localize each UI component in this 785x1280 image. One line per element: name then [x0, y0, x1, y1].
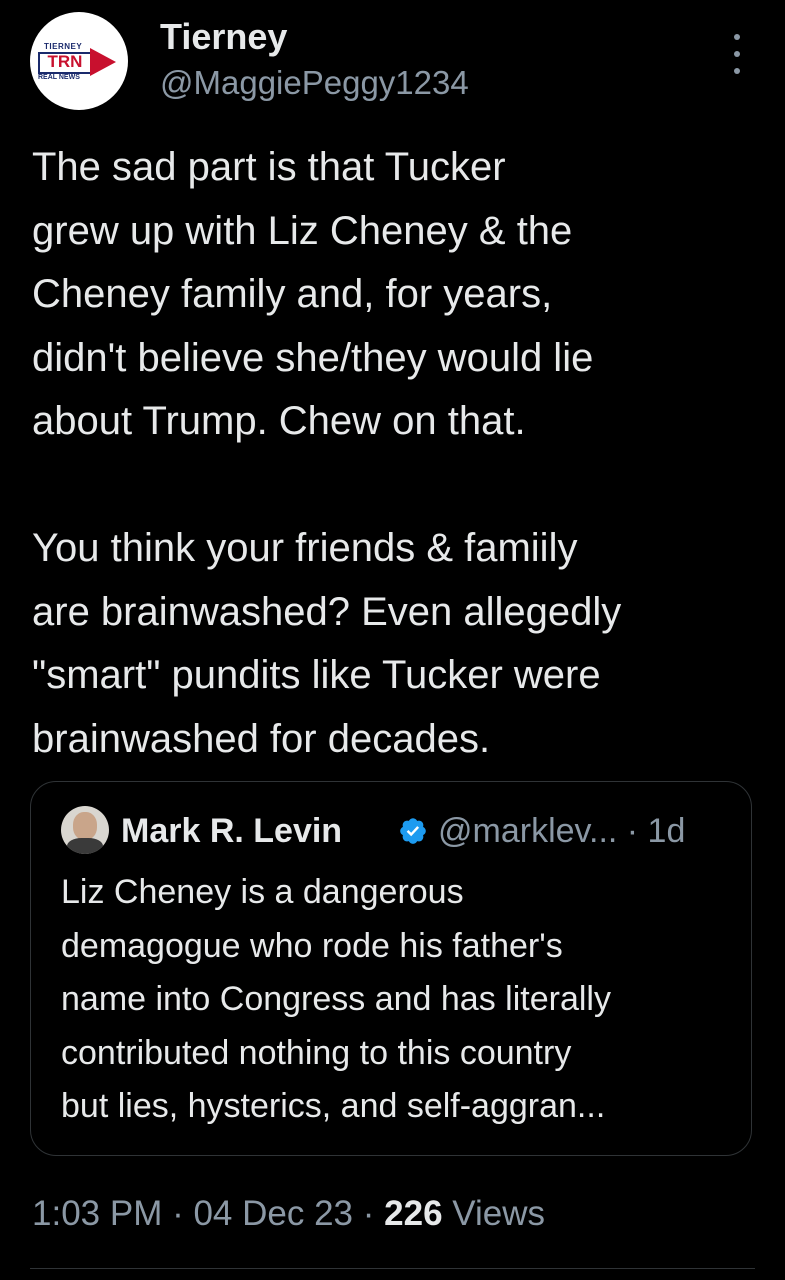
tweet-header: TIERNEY TRN REAL NEWS Tierney @MaggiePeg…	[30, 12, 760, 112]
quoted-tweet[interactable]: Mark R. Levin @marklev... · 1d Liz Chene…	[30, 781, 752, 1156]
avatar-logo-main-text: TRN	[47, 52, 83, 71]
views-count[interactable]: 226	[384, 1194, 442, 1233]
quote-author-name[interactable]: Mark R. Levin	[121, 812, 342, 851]
meta-separator: ·	[353, 1194, 385, 1233]
tweet-text: The sad part is that Tucker grew up with…	[32, 145, 622, 761]
more-dot	[734, 68, 740, 74]
more-dot	[734, 34, 740, 40]
divider	[30, 1268, 755, 1269]
tweet-meta: 1:03 PM · 04 Dec 23 · 226 Views	[32, 1194, 545, 1234]
quote-author-handle-time[interactable]: @marklev... · 1d	[438, 812, 685, 851]
author-display-name[interactable]: Tierney	[160, 16, 287, 58]
avatar-logo-bottom-text: REAL NEWS	[38, 74, 80, 81]
tweet-time[interactable]: 1:03 PM	[32, 1194, 162, 1233]
avatar-logo-top-text: TIERNEY	[44, 42, 83, 51]
meta-separator: ·	[162, 1194, 194, 1233]
views-label: Views	[442, 1194, 546, 1233]
more-vertical-icon[interactable]	[730, 34, 744, 74]
avatar-suit	[67, 838, 103, 854]
tweet-date[interactable]: 04 Dec 23	[193, 1194, 353, 1233]
verified-badge-icon	[400, 818, 426, 844]
avatar-logo-arrow-icon	[90, 48, 116, 76]
author-avatar[interactable]: TIERNEY TRN REAL NEWS	[30, 12, 128, 110]
avatar-face	[73, 812, 97, 840]
author-handle[interactable]: @MaggiePeggy1234	[160, 64, 469, 102]
more-dot	[734, 51, 740, 57]
quote-author-avatar[interactable]	[61, 806, 109, 854]
quote-text: Liz Cheney is a dangerous demagogue who …	[61, 873, 611, 1125]
